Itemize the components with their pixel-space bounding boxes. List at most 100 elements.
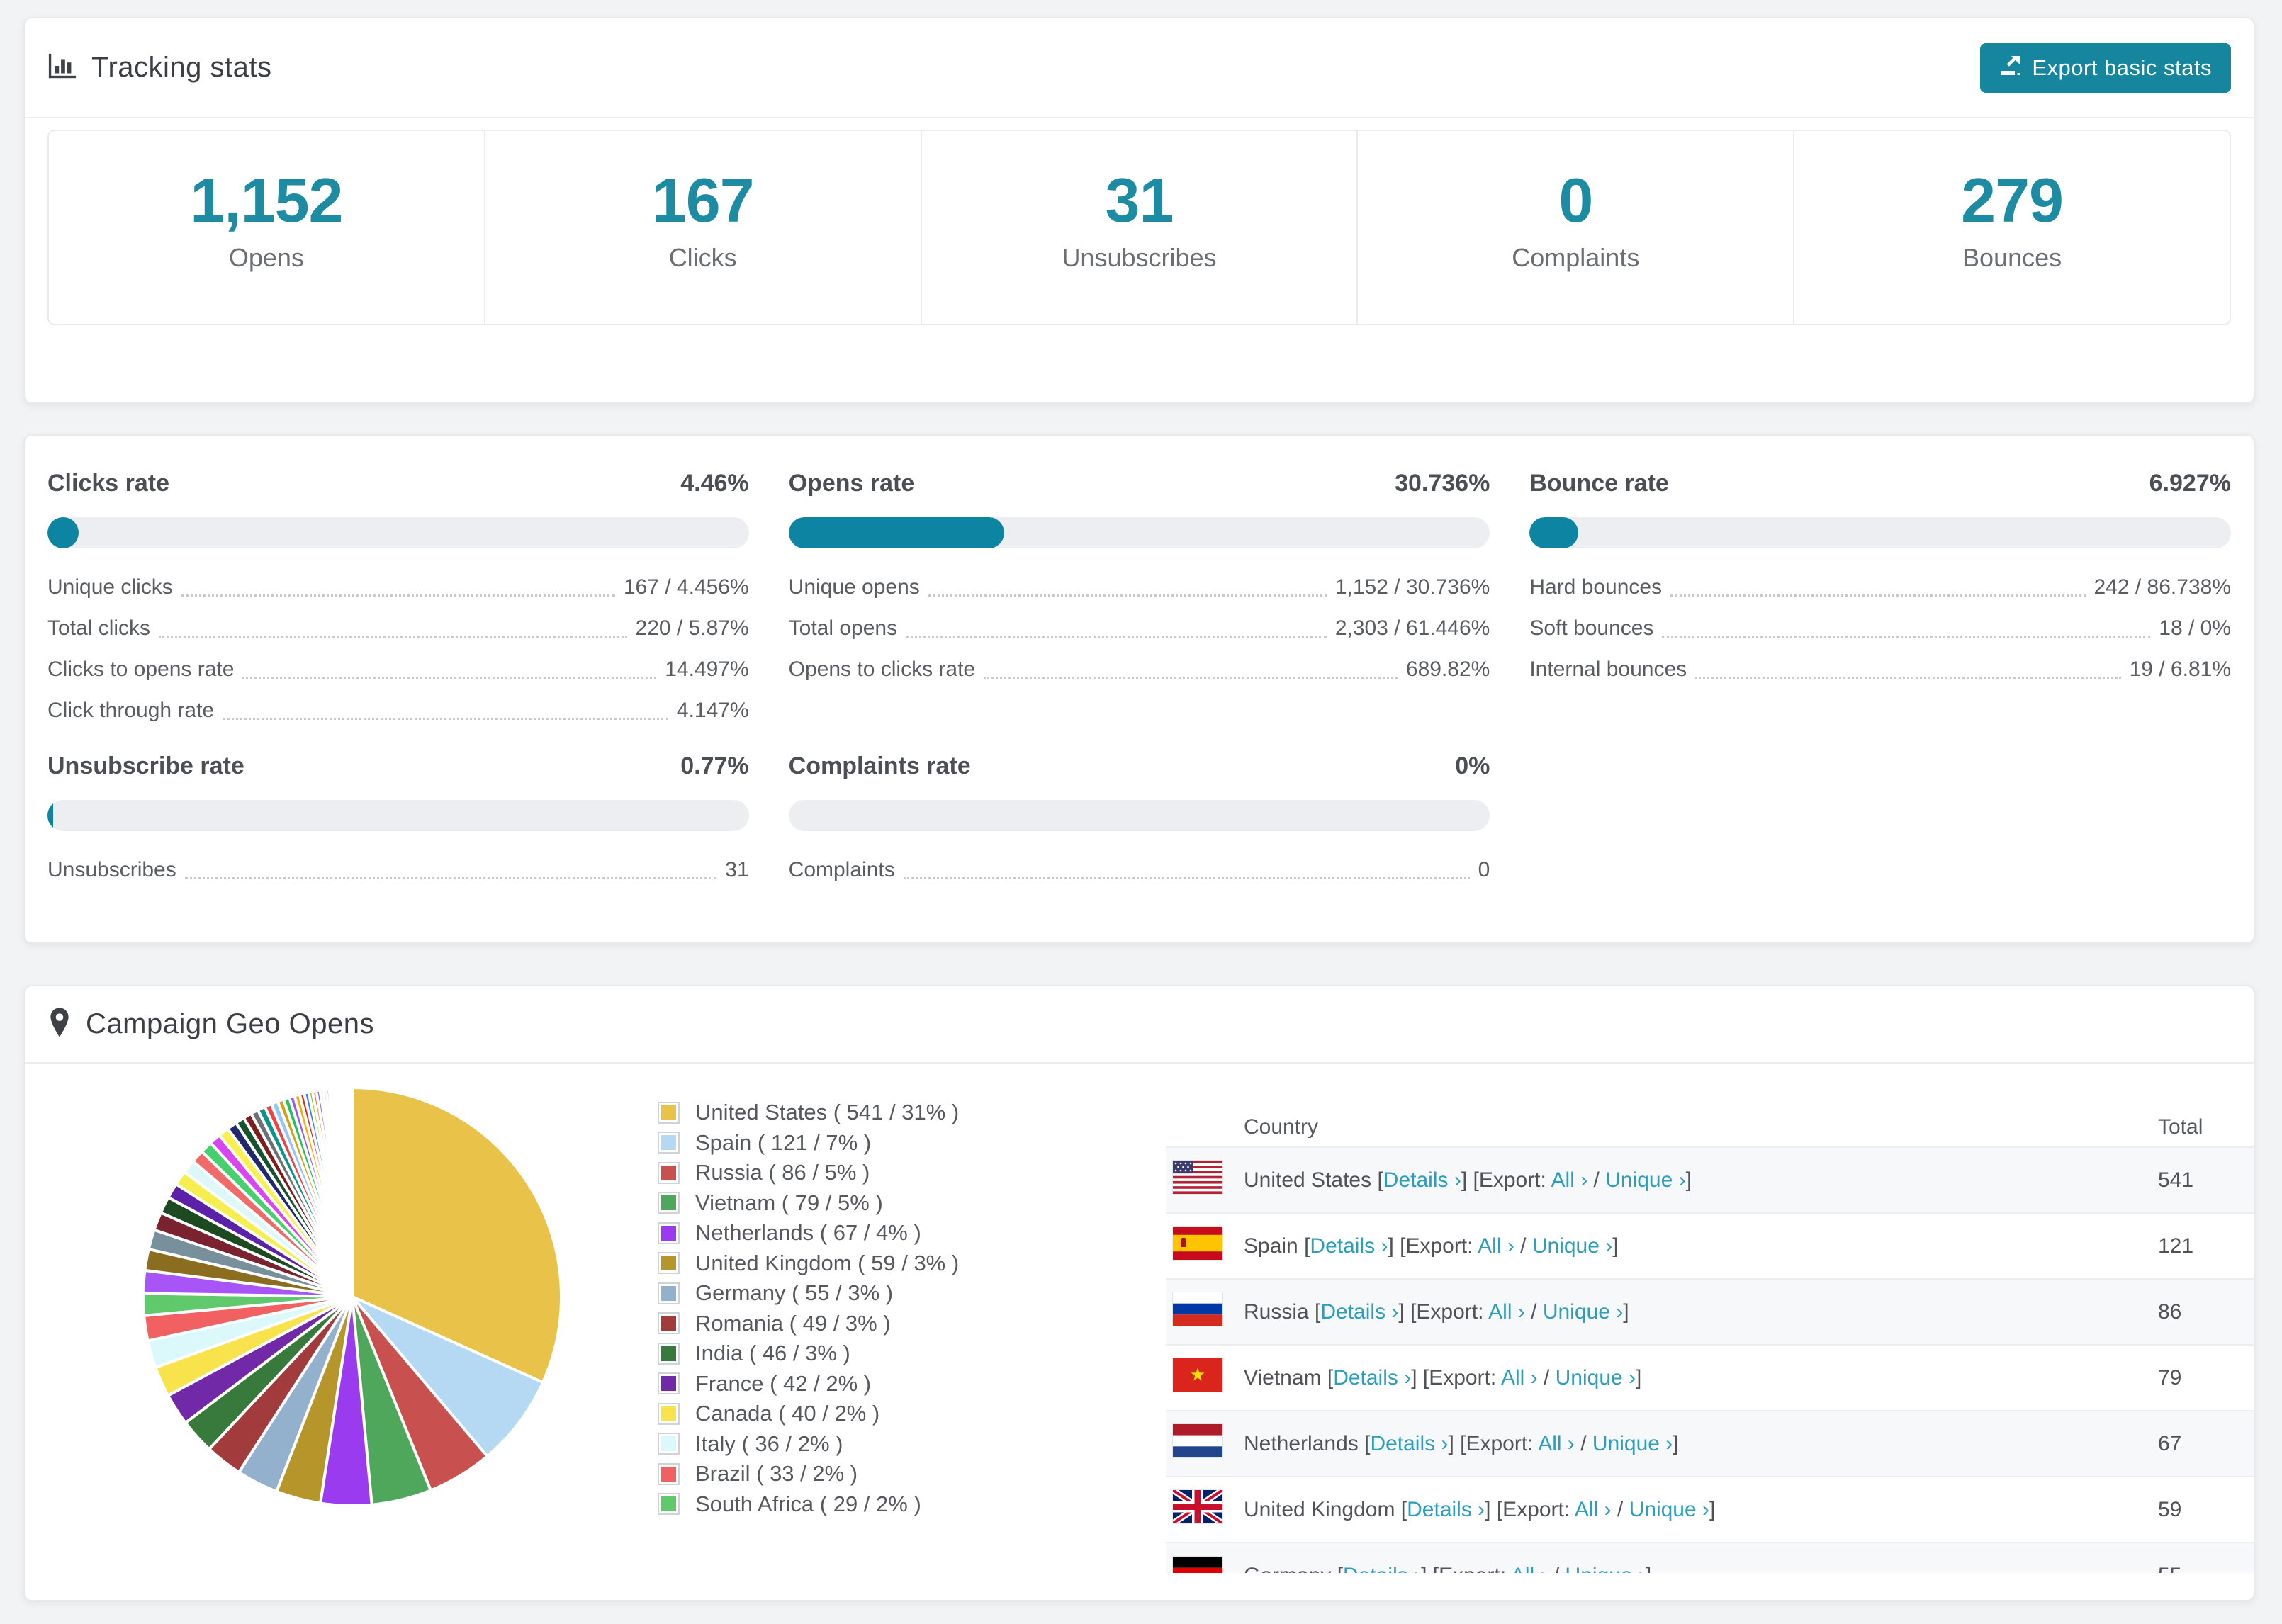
legend-item-france[interactable]: France ( 42 / 2% ) xyxy=(658,1369,959,1399)
country-flex: United States [Details ›] [Export: All ›… xyxy=(1173,1161,2158,1200)
details-link[interactable]: Details › xyxy=(1333,1366,1411,1389)
export-unique-link[interactable]: Unique › xyxy=(1629,1498,1709,1521)
stat-card-unsubscribes: 31 Unsubscribes xyxy=(922,131,1359,324)
flag-es-icon xyxy=(1173,1227,1222,1265)
geo-table-container: Country Total United States [Details ›] … xyxy=(1166,1108,2254,1573)
legend-item-united-kingdom[interactable]: United Kingdom ( 59 / 3% ) xyxy=(658,1248,959,1279)
legend-label: India ( 46 / 3% ) xyxy=(695,1341,850,1366)
legend-swatch xyxy=(658,1282,680,1304)
detail-value: 1,152 / 30.736% xyxy=(1334,575,1490,599)
bracket-text: ] xyxy=(1636,1365,1642,1389)
bracket-text: / xyxy=(1574,1431,1592,1455)
flag-us-icon xyxy=(1173,1161,1222,1200)
export-all-link[interactable]: All › xyxy=(1511,1564,1548,1573)
stat-label: Unsubscribes xyxy=(1062,243,1217,272)
country-name: Vietnam xyxy=(1244,1365,1322,1389)
export-all-link[interactable]: All › xyxy=(1478,1234,1514,1258)
export-unique-link[interactable]: Unique › xyxy=(1556,1366,1636,1389)
rate-block-opens-rate: Opens rate 30.736% Unique opens 1,152 / 30.… xyxy=(788,470,1490,731)
bracket-text: [ xyxy=(1331,1564,1343,1573)
legend-item-vietnam[interactable]: Vietnam ( 79 / 5% ) xyxy=(658,1188,959,1219)
detail-value: 0 xyxy=(1478,858,1490,881)
legend-item-india[interactable]: India ( 46 / 3% ) xyxy=(658,1338,959,1369)
legend-item-netherlands[interactable]: Netherlands ( 67 / 4% ) xyxy=(658,1218,959,1248)
details-link[interactable]: Details › xyxy=(1370,1432,1448,1455)
details-link[interactable]: Details › xyxy=(1383,1168,1461,1192)
detail-value: 242 / 86.738% xyxy=(2093,575,2232,599)
detail-label: Hard bounces xyxy=(1529,575,1663,599)
export-unique-link[interactable]: Unique › xyxy=(1592,1432,1673,1455)
bracket-text: ] xyxy=(1646,1564,1651,1573)
detail-value: 167 / 4.456% xyxy=(623,575,749,599)
country-cell: United States [Details ›] [Export: All ›… xyxy=(1166,1147,2158,1213)
geo-title: Campaign Geo Opens xyxy=(86,1008,375,1039)
legend-item-united-states[interactable]: United States ( 541 / 31% ) xyxy=(658,1098,959,1128)
export-all-link[interactable]: All › xyxy=(1575,1498,1612,1521)
bracket-text: ] xyxy=(1612,1234,1619,1258)
export-all-link[interactable]: All › xyxy=(1488,1300,1525,1324)
details-link[interactable]: Details › xyxy=(1407,1498,1485,1521)
export-unique-link[interactable]: Unique › xyxy=(1566,1564,1646,1573)
dotted-leader xyxy=(1695,676,2121,679)
country-links: Netherlands [Details ›] [Export: All › /… xyxy=(1244,1432,1679,1456)
details-link[interactable]: Details › xyxy=(1343,1564,1421,1573)
detail-label: Soft bounces xyxy=(1529,616,1654,640)
bracket-text: ] [Export: xyxy=(1448,1431,1539,1455)
pie-legend: United States ( 541 / 31% ) Spain ( 121 /… xyxy=(658,1098,959,1519)
stat-value: 279 xyxy=(1961,165,2064,235)
detail-label: Clicks to opens rate xyxy=(47,658,235,681)
bracket-text: ] [Export: xyxy=(1485,1497,1575,1521)
detail-value: 31 xyxy=(725,858,749,881)
export-all-link[interactable]: All › xyxy=(1551,1168,1588,1192)
export-all-link[interactable]: All › xyxy=(1538,1432,1575,1455)
rate-block-unsubscribe-rate: Unsubscribe rate 0.77% Unsubscribes 31 xyxy=(47,752,749,891)
bracket-text: / xyxy=(1514,1234,1532,1258)
legend-item-spain[interactable]: Spain ( 121 / 7% ) xyxy=(658,1128,959,1158)
detail-label: Total opens xyxy=(788,616,898,640)
country-name: Netherlands xyxy=(1244,1431,1359,1455)
legend-item-south-africa[interactable]: South Africa ( 29 / 2% ) xyxy=(658,1489,959,1520)
export-all-link[interactable]: All › xyxy=(1501,1366,1538,1389)
details-link[interactable]: Details › xyxy=(1320,1300,1398,1324)
bracket-text: ] xyxy=(1623,1299,1629,1324)
rate-block-clicks-rate: Clicks rate 4.46% Unique clicks 167 / 4.456… xyxy=(47,470,749,731)
stat-label: Opens xyxy=(228,243,304,272)
legend-label: France ( 42 / 2% ) xyxy=(695,1370,872,1396)
dotted-leader xyxy=(181,594,615,597)
tracking-stats-page: Tracking stats Export basic stats 1,152 O… xyxy=(0,0,2282,1624)
bracket-text: / xyxy=(1587,1168,1606,1192)
rate-value: 30.736% xyxy=(1395,470,1490,497)
bracket-text: / xyxy=(1547,1564,1565,1573)
legend-label: South Africa ( 29 / 2% ) xyxy=(695,1491,921,1516)
legend-item-romania[interactable]: Romania ( 49 / 3% ) xyxy=(658,1309,959,1339)
stat-card-bounces: 279 Bounces xyxy=(1794,131,2230,324)
bracket-text: ] [Export: xyxy=(1411,1365,1501,1389)
flag-nl-icon xyxy=(1173,1424,1222,1463)
export-unique-link[interactable]: Unique › xyxy=(1532,1234,1612,1258)
detail-label: Internal bounces xyxy=(1529,658,1687,681)
bracket-text: [ xyxy=(1308,1299,1321,1324)
country-cell: Spain [Details ›] [Export: All › / Uniqu… xyxy=(1166,1213,2158,1279)
legend-item-italy[interactable]: Italy ( 36 / 2% ) xyxy=(658,1429,959,1460)
dotted-leader xyxy=(184,876,717,879)
legend-item-brazil[interactable]: Brazil ( 33 / 2% ) xyxy=(658,1459,959,1489)
legend-item-russia[interactable]: Russia ( 86 / 5% ) xyxy=(658,1158,959,1188)
stat-card-opens: 1,152 Opens xyxy=(49,131,485,324)
legend-label: Brazil ( 33 / 2% ) xyxy=(695,1461,858,1487)
stat-label: Complaints xyxy=(1512,243,1640,272)
export-unique-link[interactable]: Unique › xyxy=(1605,1168,1685,1192)
legend-item-germany[interactable]: Germany ( 55 / 3% ) xyxy=(658,1278,959,1309)
legend-label: Netherlands ( 67 / 4% ) xyxy=(695,1220,921,1246)
legend-label: Romania ( 49 / 3% ) xyxy=(695,1310,891,1336)
legend-item-canada[interactable]: Canada ( 40 / 2% ) xyxy=(658,1399,959,1429)
country-total: 121 xyxy=(2158,1234,2194,1258)
detail-label: Complaints xyxy=(788,858,895,881)
country-total: 59 xyxy=(2158,1497,2182,1521)
details-link[interactable]: Details › xyxy=(1310,1234,1388,1258)
dotted-leader xyxy=(906,635,1327,638)
export-basic-stats-button[interactable]: Export basic stats xyxy=(1980,43,2231,93)
stat-value: 0 xyxy=(1558,165,1593,235)
export-unique-link[interactable]: Unique › xyxy=(1543,1300,1623,1324)
bracket-text: [ xyxy=(1371,1168,1383,1192)
rate-block-complaints-rate: Complaints rate 0% Complaints 0 xyxy=(788,752,1490,891)
